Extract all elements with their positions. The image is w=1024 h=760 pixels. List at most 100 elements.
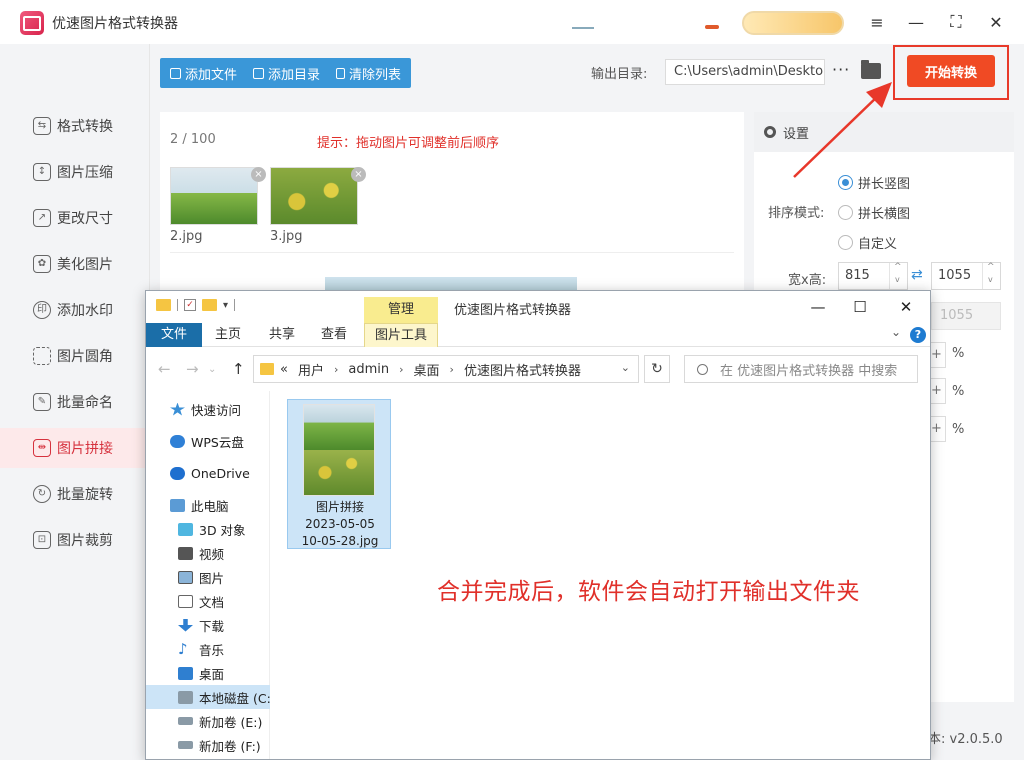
thumb-landscape <box>304 405 374 450</box>
breadcrumb-overflow[interactable]: « <box>280 362 288 377</box>
tree-item-quick-access[interactable]: 快速访问 <box>146 397 270 421</box>
width-value: 815 <box>845 268 870 283</box>
settings-title: 设置 <box>783 126 810 142</box>
refresh-button[interactable]: ↻ <box>644 355 670 383</box>
tree-item-pictures[interactable]: 图片 <box>146 565 270 589</box>
file-name-line: 图片拼接 <box>315 500 364 514</box>
tab-picture-tools[interactable]: 图片工具 <box>364 323 438 347</box>
tab-share[interactable]: 共享 <box>258 323 306 347</box>
folder-icon <box>253 67 265 79</box>
close-button[interactable]: ✕ <box>894 295 918 319</box>
sidebar-item-watermark[interactable]: 印 添加水印 <box>0 290 150 330</box>
new-folder-icon[interactable] <box>202 299 217 311</box>
maximize-button[interactable]: ⛶ <box>943 9 969 35</box>
breadcrumb-desktop[interactable]: 桌面 <box>414 360 440 379</box>
recent-dropdown-icon[interactable]: ⌄ <box>208 364 216 375</box>
thumb-flowers <box>304 450 374 495</box>
up-arrow-icon[interactable]: ↑ <box>232 360 245 378</box>
breadcrumb-admin[interactable]: admin <box>348 362 389 377</box>
minimize-button[interactable]: — <box>903 9 929 35</box>
image-thumbnail[interactable] <box>170 167 258 225</box>
cloud-icon <box>170 434 185 448</box>
sidebar-item-rotate[interactable]: ↻ 批量旋转 <box>0 474 150 514</box>
radio-vertical[interactable]: 拼长竖图 <box>838 173 910 192</box>
height-stepper[interactable] <box>982 262 1000 289</box>
clear-list-button[interactable]: 清除列表 <box>336 64 401 83</box>
start-convert-button[interactable]: 开始转换 <box>907 55 995 87</box>
folder-icon <box>260 363 274 375</box>
sidebar-item-rounded-corner[interactable]: 图片圆角 <box>0 336 150 376</box>
sidebar-item-resize[interactable]: ↗ 更改尺寸 <box>0 198 150 238</box>
maximize-button[interactable]: ☐ <box>848 295 872 319</box>
tree-item-wps-cloud[interactable]: WPS云盘 <box>146 429 270 453</box>
tree-item-volume-f[interactable]: 新加卷 (F:) <box>146 733 270 757</box>
tree-item-desktop[interactable]: 桌面 <box>146 661 270 685</box>
tree-item-documents[interactable]: 文档 <box>146 589 270 613</box>
tree-item-downloads[interactable]: 下载 <box>146 613 270 637</box>
forward-arrow-icon[interactable]: → <box>186 360 199 378</box>
search-placeholder: 在 优速图片格式转换器 中搜索 <box>720 363 898 379</box>
help-icon[interactable]: ? <box>910 327 926 343</box>
reorder-hint: 提示：拖动图片可调整前后顺序 <box>317 136 500 151</box>
address-bar[interactable]: « 用户 › admin › 桌面 › 优速图片格式转换器 ⌄ <box>253 355 639 383</box>
folder-icon[interactable] <box>156 299 171 311</box>
radio-custom[interactable]: 自定义 <box>838 233 897 252</box>
minimize-button[interactable]: — <box>806 295 830 319</box>
resize-icon: ↗ <box>33 209 51 227</box>
remove-icon[interactable]: × <box>351 167 366 182</box>
image-thumbnail[interactable] <box>270 167 358 225</box>
properties-icon[interactable]: ✓ <box>184 299 196 311</box>
menu-icon[interactable]: ≡ <box>864 9 890 35</box>
add-folder-label: 添加目录 <box>268 67 321 83</box>
crop-icon: ⊡ <box>33 531 51 549</box>
promo-pill[interactable] <box>742 11 844 35</box>
annotation-text: 合并完成后，软件会自动打开输出文件夹 <box>437 579 860 605</box>
sidebar-item-label: 添加水印 <box>57 303 113 319</box>
tab-home[interactable]: 主页 <box>206 323 250 347</box>
tree-item-local-disk-c[interactable]: 本地磁盘 (C:) <box>146 685 276 709</box>
video-icon <box>178 546 193 560</box>
tree-item-onedrive[interactable]: OneDrive <box>146 461 270 485</box>
tree-item-videos[interactable]: 视频 <box>146 541 270 565</box>
width-stepper[interactable] <box>889 262 907 289</box>
tree-item-volume-e[interactable]: 新加卷 (E:) <box>146 709 270 733</box>
tree-item-music[interactable]: ♪ 音乐 <box>146 637 270 661</box>
add-file-button[interactable]: 添加文件 <box>170 64 237 83</box>
dropdown-icon[interactable]: ▾ <box>223 300 228 311</box>
close-button[interactable]: ✕ <box>983 9 1009 35</box>
tab-file[interactable]: 文件 <box>146 323 202 347</box>
back-arrow-icon[interactable]: ← <box>158 360 171 378</box>
file-item[interactable]: 图片拼接 2023-05-05 10-05-28.jpg <box>287 399 391 549</box>
breadcrumb-current[interactable]: 优速图片格式转换器 <box>464 360 581 379</box>
height-input[interactable]: 1055 <box>931 262 1001 290</box>
radio-horizontal[interactable]: 拼长横图 <box>838 203 910 222</box>
sidebar-item-label: 格式转换 <box>57 119 113 135</box>
thumb-flowers <box>271 168 357 224</box>
search-input[interactable]: 在 优速图片格式转换器 中搜索 <box>684 355 918 383</box>
add-folder-button[interactable]: 添加目录 <box>253 64 320 83</box>
tree-item-3d-objects[interactable]: 3D 对象 <box>146 517 270 541</box>
tree-item-this-pc[interactable]: 此电脑 <box>146 493 270 517</box>
sidebar-item-crop[interactable]: ⊡ 图片裁剪 <box>0 520 150 560</box>
link-ratio-icon[interactable]: ⇄ <box>911 267 923 283</box>
open-folder-icon[interactable] <box>861 60 881 79</box>
documents-icon <box>178 594 193 608</box>
width-input[interactable]: 815 <box>838 262 908 290</box>
output-path-field[interactable]: C:\Users\admin\Deskto <box>665 59 825 85</box>
remove-icon[interactable]: × <box>251 167 266 182</box>
thumbnail-filename: 3.jpg <box>270 229 303 244</box>
chevron-down-icon[interactable]: ⌄ <box>621 361 630 374</box>
sidebar-item-beautify[interactable]: ✿ 美化图片 <box>0 244 150 284</box>
sidebar-item-stitch[interactable]: ⇹ 图片拼接 <box>0 428 150 468</box>
sidebar-item-label: 图片压缩 <box>57 165 113 181</box>
sidebar-item-compress[interactable]: ↕ 图片压缩 <box>0 152 150 192</box>
chevron-down-icon[interactable]: ⌄ <box>891 325 901 339</box>
sidebar-item-format-convert[interactable]: ⇆ 格式转换 <box>0 106 150 146</box>
tab-manage[interactable]: 管理 <box>364 297 438 323</box>
breadcrumb-separator: › <box>449 362 454 376</box>
more-options-button[interactable]: ··· <box>832 60 850 79</box>
tab-view[interactable]: 查看 <box>312 323 356 347</box>
sidebar-item-rename[interactable]: ✎ 批量命名 <box>0 382 150 422</box>
tree-label: WPS云盘 <box>191 434 244 450</box>
breadcrumb-users[interactable]: 用户 <box>298 360 324 379</box>
